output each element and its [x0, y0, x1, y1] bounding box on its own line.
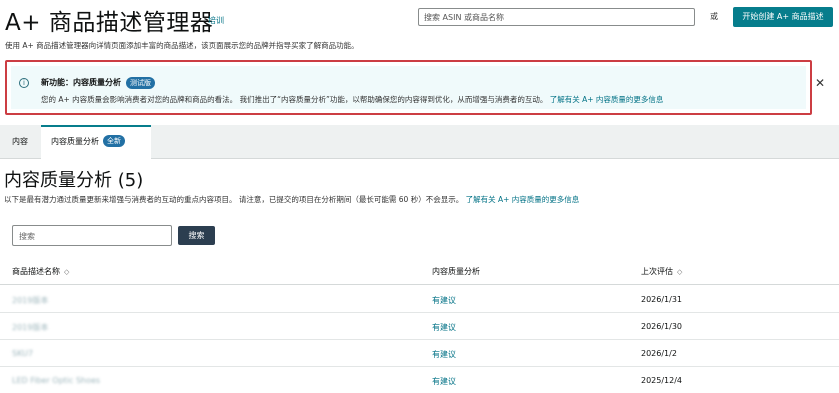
alert-message: 您的 A+ 内容质量会影响消费者对您的品牌和商品的看法。 我们推出了“内容质量分…	[41, 94, 663, 105]
section-learn-more-link[interactable]: 了解有关 A+ 内容质量的更多信息	[466, 195, 580, 204]
row-suggestion-link[interactable]: 有建议	[432, 349, 456, 360]
alert-learn-more-link[interactable]: 了解有关 A+ 内容质量的更多信息	[550, 95, 664, 104]
table-row: 2019版本 有建议 2026/1/31	[0, 286, 839, 313]
column-header-last-eval-label: 上次评估	[641, 267, 673, 276]
table-header: 商品描述名称 ◇ 内容质量分析 上次评估 ◇	[0, 257, 839, 285]
new-badge: 全新	[103, 135, 125, 147]
start-create-button[interactable]: 开始创建 A+ 商品描述	[733, 7, 833, 27]
row-name-link[interactable]: 2019版本	[12, 322, 48, 333]
row-date: 2025/12/4	[641, 376, 683, 385]
page-description: 使用 A+ 商品描述管理器向详情页面添加丰富的商品描述，该页面展示您的品牌并指导…	[5, 41, 359, 50]
section-description: 以下是最有潜力通过质量更新来增强与消费者的互动的重点内容项目。 请注意，已提交的…	[4, 194, 579, 205]
beta-badge: 测试版	[126, 77, 155, 89]
tab-content[interactable]: 内容	[6, 125, 38, 159]
table-row: SKU7 有建议 2026/1/2	[0, 340, 839, 367]
row-date: 2026/1/31	[641, 295, 683, 304]
alert-title: 新功能：内容质量分析 测试版	[41, 77, 155, 89]
column-header-quality: 内容质量分析	[432, 267, 480, 276]
row-name-link[interactable]: LED Fiber Optic Shoes	[12, 376, 100, 385]
table-row: LED Fiber Optic Shoes 有建议 2025/12/4	[0, 367, 839, 393]
page-title: A+ 商品描述管理器	[5, 10, 214, 36]
info-icon: i	[19, 78, 29, 88]
column-header-name-label: 商品描述名称	[12, 267, 60, 276]
row-suggestion-link[interactable]: 有建议	[432, 295, 456, 306]
close-icon[interactable]: ✕	[815, 76, 825, 90]
search-input[interactable]: 搜索	[12, 225, 172, 246]
tab-quality-analysis[interactable]: 内容质量分析 全新	[41, 125, 151, 160]
row-name-link[interactable]: SKU7	[12, 349, 33, 358]
section-description-text: 以下是最有潜力通过质量更新来增强与消费者的互动的重点内容项目。 请注意，已提交的…	[4, 195, 464, 204]
tab-bar: 内容 内容质量分析 全新	[0, 125, 839, 160]
table-row: 2019版本 有建议 2026/1/30	[0, 313, 839, 340]
row-suggestion-link[interactable]: 有建议	[432, 322, 456, 333]
or-label: 或	[710, 12, 718, 21]
alert-message-text: 您的 A+ 内容质量会影响消费者对您的品牌和商品的看法。 我们推出了“内容质量分…	[41, 95, 548, 104]
page-header: A+ 商品描述管理器 培训 搜索 ASIN 或商品名称 或 开始创建 A+ 商品…	[0, 0, 839, 36]
row-name-link[interactable]: 2019版本	[12, 295, 48, 306]
sort-icon[interactable]: ◇	[677, 268, 682, 276]
row-date: 2026/1/2	[641, 349, 677, 358]
section-title: 内容质量分析 (5)	[4, 170, 144, 191]
row-date: 2026/1/30	[641, 322, 683, 331]
alert-title-text: 新功能：内容质量分析	[41, 78, 121, 87]
tab-quality-label: 内容质量分析	[51, 137, 99, 146]
row-suggestion-link[interactable]: 有建议	[432, 376, 456, 387]
search-button[interactable]: 搜索	[178, 226, 215, 245]
asin-search-input[interactable]: 搜索 ASIN 或商品名称	[418, 8, 695, 26]
column-header-name[interactable]: 商品描述名称 ◇	[12, 266, 69, 277]
new-feature-alert: i 新功能：内容质量分析 测试版 您的 A+ 内容质量会影响消费者对您的品牌和商品…	[5, 60, 812, 115]
sort-icon[interactable]: ◇	[64, 268, 69, 276]
training-link[interactable]: 培训	[208, 15, 224, 26]
column-header-last-eval[interactable]: 上次评估 ◇	[641, 266, 682, 277]
